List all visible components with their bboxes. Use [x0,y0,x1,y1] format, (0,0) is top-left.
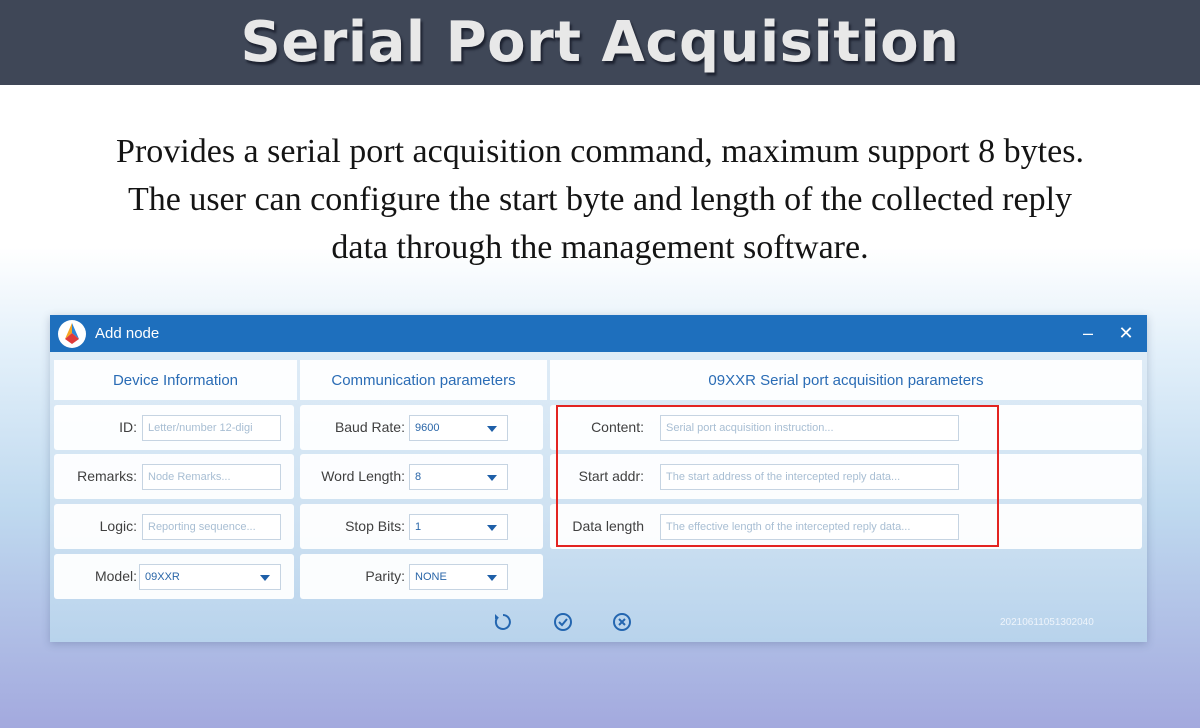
start-addr-label: Start addr: [578,468,644,484]
header-device-information: Device Information [54,360,297,400]
word-length-label: Word Length: [321,468,405,484]
parity-select[interactable]: NONE [409,564,508,590]
baud-rate-select[interactable]: 9600 [409,415,508,441]
parity-value: NONE [415,571,447,583]
word-length-value: 8 [415,471,422,483]
stop-bits-value: 1 [415,521,422,533]
row-stop-bits: Stop Bits: 1 [300,504,543,549]
id-input[interactable]: Letter/number 12-digi [142,415,281,441]
stop-bits-label: Stop Bits: [345,518,405,534]
remarks-label: Remarks: [77,468,137,484]
close-button[interactable]: ✕ [1114,321,1138,345]
parity-label: Parity: [365,568,405,584]
header-acquisition-parameters: 09XXR Serial port acquisition parameters [550,360,1142,400]
chevron-down-icon [487,575,497,581]
row-baud-rate: Baud Rate: 9600 [300,405,543,450]
chevron-down-icon [260,575,270,581]
remarks-input[interactable]: Node Remarks... [142,464,281,490]
row-word-length: Word Length: 8 [300,454,543,499]
row-start-addr: Start addr: The start address of the int… [550,454,1142,499]
model-select[interactable]: 09XXR [139,564,281,590]
id-label: ID: [119,419,137,435]
window-titlebar: Add node – ✕ [50,315,1147,352]
content-label: Content: [591,419,644,435]
row-model: Model: 09XXR [54,554,294,599]
check-circle-icon[interactable] [552,611,574,633]
description-line-3: data through the management software. [331,229,869,266]
row-content: Content: Serial port acquisition instruc… [550,405,1142,450]
x-circle-icon[interactable] [611,611,633,633]
data-length-input[interactable]: The effective length of the intercepted … [660,514,959,540]
data-length-label: Data length [572,518,644,534]
banner-title: Serial Port Acquisition [240,10,960,75]
stop-bits-select[interactable]: 1 [409,514,508,540]
chevron-down-icon [487,426,497,432]
row-id: ID: Letter/number 12-digi [54,405,294,450]
logic-label: Logic: [99,518,137,534]
word-length-select[interactable]: 8 [409,464,508,490]
minimize-button[interactable]: – [1076,321,1100,345]
model-value: 09XXR [145,571,180,583]
window-title: Add node [95,325,160,342]
logic-input[interactable]: Reporting sequence... [142,514,281,540]
banner: Serial Port Acquisition [0,0,1200,85]
start-addr-input[interactable]: The start address of the intercepted rep… [660,464,959,490]
baud-rate-label: Baud Rate: [334,419,405,435]
add-node-window: Add node – ✕ Device Information Communic… [50,315,1147,642]
model-label: Model: [94,568,137,584]
refresh-icon[interactable] [492,611,514,633]
description-line-1: Provides a serial port acquisition comma… [116,133,1084,170]
description: Provides a serial port acquisition comma… [0,128,1200,272]
serial-number: 20210611051302040 [1000,617,1094,628]
chevron-down-icon [487,525,497,531]
row-remarks: Remarks: Node Remarks... [54,454,294,499]
description-line-2: The user can configure the start byte an… [127,181,1073,218]
baud-rate-value: 9600 [415,422,440,434]
row-logic: Logic: Reporting sequence... [54,504,294,549]
row-data-length: Data length The effective length of the … [550,504,1142,549]
content-input[interactable]: Serial port acquisition instruction... [660,415,959,441]
row-parity: Parity: NONE [300,554,543,599]
chevron-down-icon [487,475,497,481]
header-communication-parameters: Communication parameters [300,360,547,400]
app-logo-icon [58,320,86,348]
